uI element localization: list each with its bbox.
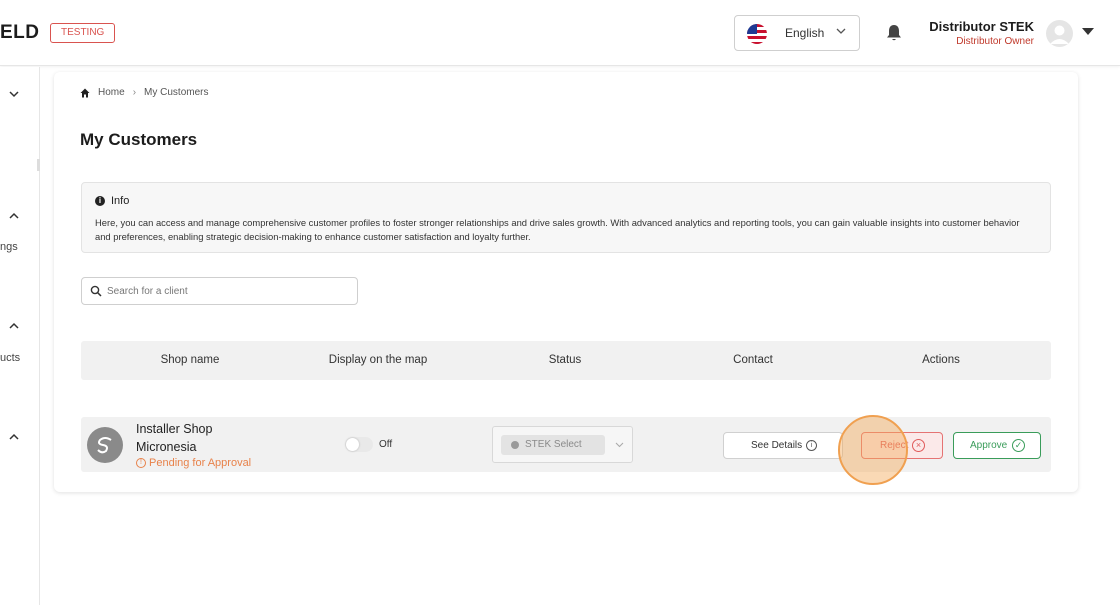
toggle-label: Off — [379, 439, 393, 450]
search-input[interactable] — [107, 282, 352, 300]
sidebar: ngs ucts — [0, 67, 40, 605]
search-icon — [90, 285, 102, 297]
chevron-up-icon[interactable] — [8, 431, 20, 443]
info-panel: i Info Here, you can access and manage c… — [81, 182, 1051, 253]
us-flag-icon — [747, 24, 767, 44]
shop-name[interactable]: Installer Shop Micronesia — [136, 420, 246, 456]
breadcrumb: Home › My Customers — [80, 87, 208, 98]
column-header-contact[interactable]: Contact — [733, 354, 773, 366]
top-header: ELD TESTING English Distributor STEK Dis… — [0, 0, 1120, 66]
home-icon[interactable] — [80, 88, 90, 98]
table-header: Shop name Display on the map Status Cont… — [81, 341, 1051, 380]
sidebar-item-products[interactable]: ucts — [0, 352, 20, 364]
info-header: i Info — [95, 195, 129, 207]
app-logo[interactable]: ELD — [0, 22, 40, 44]
chevron-up-icon[interactable] — [8, 320, 20, 332]
search-box[interactable] — [81, 277, 358, 305]
column-header-actions: Actions — [922, 354, 960, 366]
breadcrumb-separator: › — [132, 87, 137, 98]
column-header-display-on-map[interactable]: Display on the map — [329, 354, 427, 366]
column-header-shop-name[interactable]: Shop name — [161, 354, 220, 366]
see-details-button[interactable]: See Details i — [723, 432, 843, 459]
shop-logo — [87, 427, 123, 463]
reject-button[interactable]: Reject × — [861, 432, 943, 459]
bell-icon[interactable] — [886, 24, 902, 42]
display-on-map-toggle[interactable] — [345, 437, 373, 452]
toggle-knob — [346, 438, 359, 451]
approval-status-label: Pending for Approval — [149, 457, 252, 469]
info-title: Info — [111, 195, 130, 207]
info-icon: i — [806, 440, 817, 451]
table-row: Installer Shop Micronesia ! Pending for … — [81, 417, 1051, 472]
user-name: Distributor STEK — [929, 19, 1034, 34]
breadcrumb-home[interactable]: Home — [98, 87, 125, 98]
breadcrumb-current: My Customers — [144, 87, 209, 98]
avatar[interactable] — [1046, 20, 1073, 47]
shop-logo-icon — [97, 437, 112, 454]
column-header-status[interactable]: Status — [549, 354, 582, 366]
see-details-label: See Details — [751, 440, 803, 451]
status-dot-icon — [511, 441, 519, 449]
status-pill: STEK Select — [501, 435, 605, 455]
chevron-down-icon — [615, 442, 624, 448]
page-title: My Customers — [80, 130, 198, 149]
chevron-up-icon[interactable] — [8, 210, 20, 222]
approve-button[interactable]: Approve ✓ — [953, 432, 1041, 459]
user-menu-caret-icon[interactable] — [1082, 28, 1094, 35]
close-circle-icon: × — [912, 439, 925, 452]
chevron-down-icon — [836, 28, 846, 34]
reject-label: Reject — [880, 440, 909, 451]
language-label: English — [785, 26, 825, 40]
language-selector[interactable]: English — [734, 15, 860, 51]
user-avatar-icon — [1050, 25, 1069, 44]
user-role: Distributor Owner — [956, 36, 1034, 47]
sidebar-item-settings[interactable]: ngs — [0, 241, 18, 253]
approval-status: ! Pending for Approval — [136, 457, 251, 469]
check-circle-icon: ✓ — [1012, 439, 1025, 452]
info-icon: i — [95, 196, 105, 206]
status-value: STEK Select — [525, 439, 582, 450]
status-select[interactable]: STEK Select — [492, 426, 633, 463]
sidebar-active-marker — [0, 159, 40, 171]
clock-icon: ! — [136, 458, 146, 468]
chevron-down-icon[interactable] — [8, 88, 20, 100]
approve-label: Approve — [970, 440, 1008, 451]
environment-badge: TESTING — [50, 23, 116, 43]
info-description: Here, you can access and manage comprehe… — [95, 217, 1020, 242]
